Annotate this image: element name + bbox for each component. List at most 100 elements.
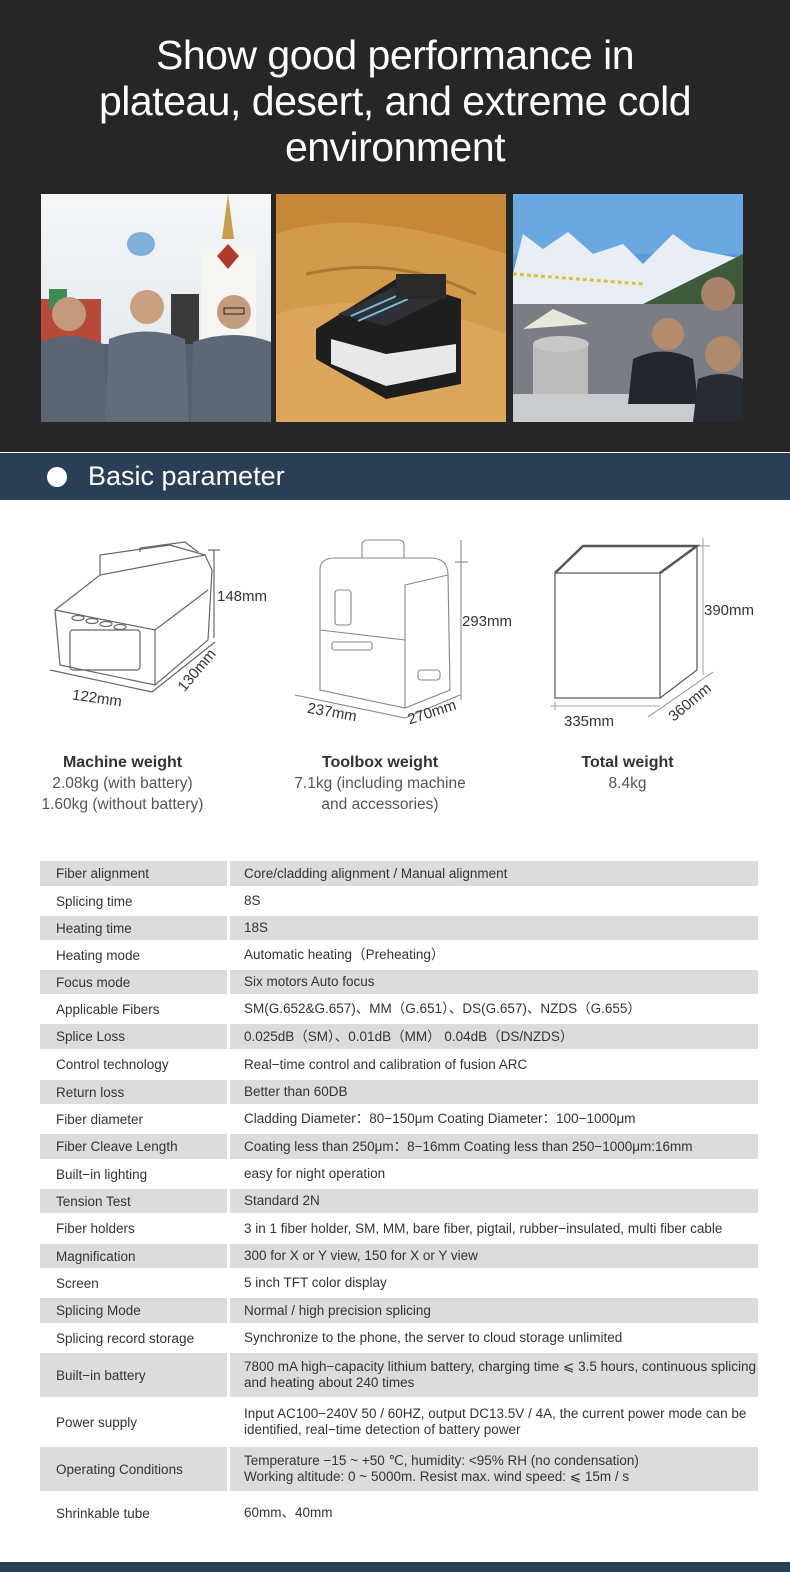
spec-value: Synchronize to the phone, the server to … [230, 1326, 758, 1350]
spec-value: Automatic heating（Preheating） [230, 943, 758, 967]
spec-row: Magnification 300 for X or Y view, 150 fo… [40, 1244, 758, 1268]
spec-value-line: and heating about 240 times [244, 1375, 415, 1390]
spec-value-line: Real−time control and calibration of fus… [244, 1056, 528, 1072]
spec-row: Screen 5 inch TFT color display [40, 1271, 758, 1295]
footer-bar [0, 1562, 790, 1572]
spec-key: Heating mode [56, 947, 141, 963]
spec-value-text: 60mm、40mm [244, 1505, 333, 1521]
spec-row: Fiber diameter Cladding Diameter：80−150μm… [40, 1107, 758, 1131]
spec-value: Six motors Auto focus [230, 970, 758, 994]
spec-value-text: Six motors Auto focus [244, 974, 375, 990]
spec-key: Heating time [40, 916, 227, 940]
spec-value-line: 0.025dB（SM）、0.01dB（MM） 0.04dB（DS/NZDS） [244, 1028, 574, 1044]
spec-value: 8S [230, 889, 758, 913]
spec-row: Built−in battery 7800 mA high−capacity li… [40, 1353, 758, 1397]
spec-key: Tension Test [40, 1189, 227, 1213]
weight-line: and accessories) [321, 796, 439, 813]
spec-value-line: Coating less than 250μm：8−16mm Coating l… [244, 1138, 693, 1154]
spec-key: Control technology [56, 1057, 169, 1072]
hero-title-line: plateau, desert, and extreme cold [98, 78, 692, 124]
spec-key: Splicing Mode [40, 1298, 227, 1323]
spec-key: Splicing record storage [56, 1330, 195, 1346]
spec-value: 300 for X or Y view, 150 for X or Y view [230, 1244, 758, 1268]
spec-value-line: 3 in 1 fiber holder, SM, MM, bare fiber,… [244, 1220, 723, 1236]
spec-value-line: Temperature −15 ~ +50 ℃, humidity: <95% … [244, 1453, 639, 1468]
spec-key: Splice Loss [40, 1024, 227, 1049]
hero-title: Show good performance in plateau, desert… [0, 32, 790, 170]
spec-row: Splicing time 8S [40, 889, 758, 913]
spec-row: Applicable Fibers SM(G.652&G.657)、MM（G.65… [40, 997, 758, 1021]
spec-row: Control technology Real−time control and … [40, 1052, 758, 1077]
spec-value-line: 5 inch TFT color display [244, 1275, 387, 1290]
spec-value-text: 8S [244, 893, 261, 909]
spec-value-line: Input AC100−240V 50 / 60HZ, output DC13.… [244, 1406, 747, 1421]
spec-value-line: 18S [244, 920, 269, 935]
spec-row: Heating mode Automatic heating（Preheating… [40, 943, 758, 967]
spec-value-line: 60mm、40mm [244, 1505, 333, 1520]
weight-line: 8.4kg [608, 775, 647, 792]
spec-row: Splicing record storage Synchronize to th… [40, 1326, 758, 1350]
spec-value: Better than 60DB [230, 1080, 758, 1104]
spec-key: Fiber holders [56, 1221, 135, 1236]
total-height-label: 390mm [704, 602, 755, 619]
spec-value: 7800 mA high−capacity lithium battery, c… [230, 1353, 758, 1397]
weight-line: 7.1kg (including machine [294, 775, 466, 792]
spec-value: 60mm、40mm [230, 1494, 758, 1532]
hero-section: Show good performance in plateau, desert… [0, 0, 790, 452]
spec-row: Power supply Input AC100−240V 50 / 60HZ, … [40, 1400, 758, 1444]
spec-value-text: 0.025dB（SM）、0.01dB（MM） 0.04dB（DS/NZDS） [244, 1029, 573, 1045]
spec-row: Fiber Cleave Length Coating less than 250… [40, 1134, 758, 1159]
bullet-icon [47, 467, 67, 487]
weight-line: 2.08kg (with battery) [52, 775, 193, 792]
spec-row: Return loss Better than 60DB [40, 1080, 758, 1104]
spec-row: Tension Test Standard 2N [40, 1189, 758, 1213]
spec-value-line: Standard 2N [244, 1193, 320, 1208]
plateau-team-photo [41, 194, 271, 422]
spec-value-text: 5 inch TFT color display [244, 1275, 387, 1291]
spec-row: Heating time 18S [40, 916, 758, 940]
spec-key: Fiber alignment [40, 861, 227, 886]
spec-value: Coating less than 250μm：8−16mm Coating l… [230, 1134, 758, 1159]
spec-value: Normal / high precision splicing [230, 1298, 758, 1323]
spec-row: Splicing Mode Normal / high precision spl… [40, 1298, 758, 1323]
spec-key: Magnification [40, 1244, 227, 1268]
spec-row: Splice Loss 0.025dB（SM）、0.01dB（MM） 0.04dB… [40, 1024, 758, 1049]
desert-splicer-photo [276, 194, 506, 422]
spec-value-line: 300 for X or Y view, 150 for X or Y view [244, 1248, 478, 1263]
spec-value-text: 18S [244, 920, 268, 936]
spec-table: Fiber alignment Core/cladding alignment /… [40, 861, 758, 1535]
spec-row: Fiber holders 3 in 1 fiber holder, SM, MM… [40, 1216, 758, 1241]
spec-value-text: SM(G.652&G.657)、MM（G.651）、DS(G.657)、NZDS… [244, 1001, 641, 1017]
weight-title: Total weight [581, 754, 674, 771]
spec-value-text: Synchronize to the phone, the server to … [244, 1330, 622, 1346]
spec-key: Screen [56, 1275, 99, 1291]
spec-key: Built−in battery [40, 1353, 227, 1397]
spec-value: 18S [230, 916, 758, 940]
spec-value-line: Six motors Auto focus [244, 974, 375, 989]
spec-value: 5 inch TFT color display [230, 1271, 758, 1295]
spec-row: Focus mode Six motors Auto focus [40, 970, 758, 994]
spec-value-text: Normal / high precision splicing [244, 1303, 431, 1319]
spec-value-text: Automatic heating（Preheating） [244, 947, 444, 963]
spec-key: Splicing time [56, 893, 133, 909]
spec-key: Fiber Cleave Length [40, 1134, 227, 1159]
spec-value-line: Automatic heating（Preheating） [244, 947, 445, 962]
weight-title: Toolbox weight [321, 754, 439, 771]
spec-value-text: 3 in 1 fiber holder, SM, MM, bare fiber,… [244, 1221, 722, 1237]
spec-value-text: 300 for X or Y view, 150 for X or Y view [244, 1248, 478, 1264]
spec-key: Operating Conditions [40, 1447, 227, 1491]
spec-key: Focus mode [40, 970, 227, 994]
spec-value-line: Better than 60DB [244, 1084, 348, 1099]
spec-value-line: easy for night operation [244, 1166, 386, 1181]
weight-line: 1.60kg (without battery) [41, 796, 204, 813]
spec-row: Shrinkable tube 60mm、40mm [40, 1494, 758, 1532]
spec-value-text: Real−time control and calibration of fus… [244, 1057, 527, 1073]
spec-value-text: Coating less than 250μm：8−16mm Coating l… [244, 1139, 693, 1155]
spec-value-line: 8S [244, 893, 261, 908]
spec-value-line: Normal / high precision splicing [244, 1302, 431, 1318]
spec-value-text: easy for night operation [244, 1166, 385, 1182]
cold-mountain-photo [513, 194, 743, 422]
section-header-bar: Basic parameter [0, 453, 790, 500]
spec-value-text: 7800 mA high−capacity lithium battery, c… [244, 1359, 756, 1391]
spec-value: Temperature −15 ~ +50 ℃, humidity: <95% … [230, 1447, 758, 1491]
